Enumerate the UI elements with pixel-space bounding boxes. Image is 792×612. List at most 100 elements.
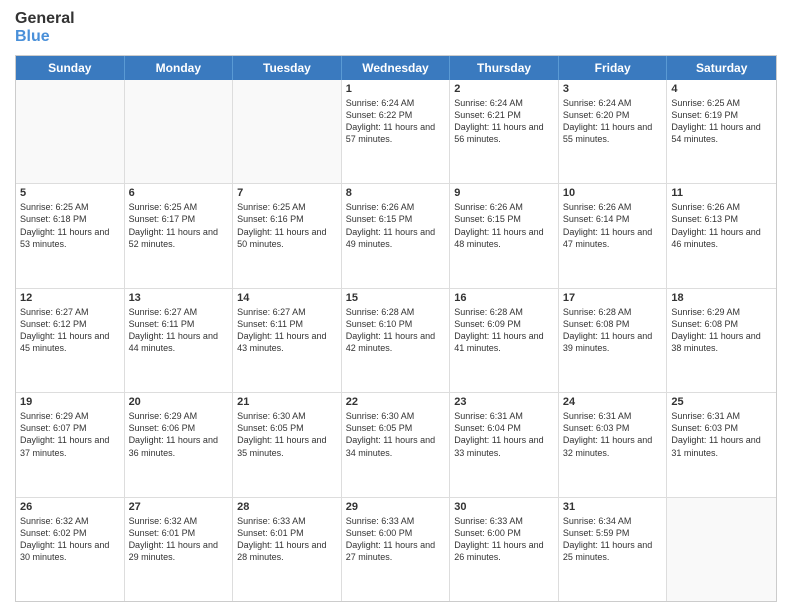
day-cell-17: 17 Sunrise: 6:28 AMSunset: 6:08 PMDayligh… xyxy=(559,289,668,392)
header-day-friday: Friday xyxy=(559,56,668,80)
calendar-header: SundayMondayTuesdayWednesdayThursdayFrid… xyxy=(16,56,776,80)
day-cell-12: 12Sunrise: 6:27 AMSunset: 6:12 PMDayligh… xyxy=(16,289,125,392)
day-cell-25: 25 Sunrise: 6:31 AMSunset: 6:03 PMDayligh… xyxy=(667,393,776,496)
day-info: Sunrise: 6:25 AMSunset: 6:16 PMDaylight:… xyxy=(237,201,337,250)
day-number: 4 xyxy=(671,83,772,95)
day-info: Sunrise: 6:33 AMSunset: 6:00 PMDaylight:… xyxy=(454,515,554,564)
header-day-saturday: Saturday xyxy=(667,56,776,80)
day-cell-29: 29Sunrise: 6:33 AMSunset: 6:00 PMDayligh… xyxy=(342,498,451,601)
day-number: 21 xyxy=(237,396,337,408)
header-day-tuesday: Tuesday xyxy=(233,56,342,80)
day-number: 9 xyxy=(454,187,554,199)
day-cell-13: 13 Sunrise: 6:27 AMSunset: 6:11 PMDayligh… xyxy=(125,289,234,392)
day-info: Sunrise: 6:25 AMSunset: 6:19 PMDaylight:… xyxy=(671,97,772,146)
day-info: Sunrise: 6:34 AMSunset: 5:59 PMDaylight:… xyxy=(563,515,663,564)
day-cell-28: 28 Sunrise: 6:33 AMSunset: 6:01 PMDayligh… xyxy=(233,498,342,601)
day-cell-11: 11 Sunrise: 6:26 AMSunset: 6:13 PMDayligh… xyxy=(667,184,776,287)
day-number: 28 xyxy=(237,501,337,513)
header-day-monday: Monday xyxy=(125,56,234,80)
day-cell-5: 5 Sunrise: 6:25 AMSunset: 6:18 PMDaylight… xyxy=(16,184,125,287)
day-cell-3: 3 Sunrise: 6:24 AMSunset: 6:20 PMDaylight… xyxy=(559,80,668,183)
day-number: 24 xyxy=(563,396,663,408)
day-number: 17 xyxy=(563,292,663,304)
day-cell-16: 16 Sunrise: 6:28 AMSunset: 6:09 PMDayligh… xyxy=(450,289,559,392)
logo-text: General Blue xyxy=(15,10,75,47)
day-info: Sunrise: 6:27 AMSunset: 6:11 PMDaylight:… xyxy=(129,306,229,355)
calendar: SundayMondayTuesdayWednesdayThursdayFrid… xyxy=(15,55,777,602)
day-number: 12 xyxy=(20,292,120,304)
day-number: 5 xyxy=(20,187,120,199)
day-info: Sunrise: 6:26 AMSunset: 6:13 PMDaylight:… xyxy=(671,201,772,250)
day-cell-26: 26 Sunrise: 6:32 AMSunset: 6:02 PMDayligh… xyxy=(16,498,125,601)
day-cell-6: 6 Sunrise: 6:25 AMSunset: 6:17 PMDaylight… xyxy=(125,184,234,287)
day-number: 14 xyxy=(237,292,337,304)
day-info: Sunrise: 6:33 AMSunset: 6:01 PMDaylight:… xyxy=(237,515,337,564)
day-info: Sunrise: 6:30 AMSunset: 6:05 PMDaylight:… xyxy=(237,410,337,459)
day-number: 19 xyxy=(20,396,120,408)
day-info: Sunrise: 6:25 AMSunset: 6:18 PMDaylight:… xyxy=(20,201,120,250)
day-cell-30: 30 Sunrise: 6:33 AMSunset: 6:00 PMDayligh… xyxy=(450,498,559,601)
logo-container: General Blue xyxy=(15,10,75,47)
day-number: 25 xyxy=(671,396,772,408)
day-number: 31 xyxy=(563,501,663,513)
day-cell-15: 15Sunrise: 6:28 AMSunset: 6:10 PMDayligh… xyxy=(342,289,451,392)
day-number: 20 xyxy=(129,396,229,408)
day-number: 13 xyxy=(129,292,229,304)
header-day-sunday: Sunday xyxy=(16,56,125,80)
day-cell-23: 23 Sunrise: 6:31 AMSunset: 6:04 PMDayligh… xyxy=(450,393,559,496)
day-cell-2: 2Sunrise: 6:24 AMSunset: 6:21 PMDaylight… xyxy=(450,80,559,183)
logo-blue: Blue xyxy=(15,28,75,46)
calendar-row-1: 1 Sunrise: 6:24 AMSunset: 6:22 PMDaylight… xyxy=(16,80,776,183)
day-number: 23 xyxy=(454,396,554,408)
day-info: Sunrise: 6:32 AMSunset: 6:01 PMDaylight:… xyxy=(129,515,229,564)
day-info: Sunrise: 6:24 AMSunset: 6:22 PMDaylight:… xyxy=(346,97,446,146)
day-cell-1: 1 Sunrise: 6:24 AMSunset: 6:22 PMDaylight… xyxy=(342,80,451,183)
day-number: 27 xyxy=(129,501,229,513)
day-info: Sunrise: 6:31 AMSunset: 6:03 PMDaylight:… xyxy=(671,410,772,459)
empty-cell xyxy=(233,80,342,183)
day-number: 15 xyxy=(346,292,446,304)
calendar-row-4: 19Sunrise: 6:29 AMSunset: 6:07 PMDayligh… xyxy=(16,392,776,496)
day-cell-4: 4 Sunrise: 6:25 AMSunset: 6:19 PMDaylight… xyxy=(667,80,776,183)
day-number: 10 xyxy=(563,187,663,199)
calendar-row-2: 5 Sunrise: 6:25 AMSunset: 6:18 PMDaylight… xyxy=(16,183,776,287)
day-cell-24: 24 Sunrise: 6:31 AMSunset: 6:03 PMDayligh… xyxy=(559,393,668,496)
header: General Blue xyxy=(15,10,777,47)
logo-general: General xyxy=(15,10,75,28)
day-number: 1 xyxy=(346,83,446,95)
day-number: 18 xyxy=(671,292,772,304)
day-info: Sunrise: 6:30 AMSunset: 6:05 PMDaylight:… xyxy=(346,410,446,459)
day-info: Sunrise: 6:31 AMSunset: 6:04 PMDaylight:… xyxy=(454,410,554,459)
logo: General Blue xyxy=(15,10,75,47)
day-cell-20: 20Sunrise: 6:29 AMSunset: 6:06 PMDayligh… xyxy=(125,393,234,496)
day-number: 26 xyxy=(20,501,120,513)
day-info: Sunrise: 6:28 AMSunset: 6:08 PMDaylight:… xyxy=(563,306,663,355)
day-info: Sunrise: 6:26 AMSunset: 6:14 PMDaylight:… xyxy=(563,201,663,250)
day-number: 22 xyxy=(346,396,446,408)
day-cell-19: 19Sunrise: 6:29 AMSunset: 6:07 PMDayligh… xyxy=(16,393,125,496)
calendar-row-5: 26 Sunrise: 6:32 AMSunset: 6:02 PMDayligh… xyxy=(16,497,776,601)
day-info: Sunrise: 6:25 AMSunset: 6:17 PMDaylight:… xyxy=(129,201,229,250)
day-number: 6 xyxy=(129,187,229,199)
day-info: Sunrise: 6:26 AMSunset: 6:15 PMDaylight:… xyxy=(346,201,446,250)
day-number: 16 xyxy=(454,292,554,304)
day-cell-10: 10 Sunrise: 6:26 AMSunset: 6:14 PMDayligh… xyxy=(559,184,668,287)
day-cell-14: 14Sunrise: 6:27 AMSunset: 6:11 PMDayligh… xyxy=(233,289,342,392)
day-cell-27: 27 Sunrise: 6:32 AMSunset: 6:01 PMDayligh… xyxy=(125,498,234,601)
empty-cell xyxy=(16,80,125,183)
day-cell-31: 31 Sunrise: 6:34 AMSunset: 5:59 PMDayligh… xyxy=(559,498,668,601)
day-info: Sunrise: 6:31 AMSunset: 6:03 PMDaylight:… xyxy=(563,410,663,459)
day-number: 30 xyxy=(454,501,554,513)
day-info: Sunrise: 6:24 AMSunset: 6:20 PMDaylight:… xyxy=(563,97,663,146)
day-info: Sunrise: 6:32 AMSunset: 6:02 PMDaylight:… xyxy=(20,515,120,564)
day-info: Sunrise: 6:29 AMSunset: 6:08 PMDaylight:… xyxy=(671,306,772,355)
day-number: 29 xyxy=(346,501,446,513)
day-number: 3 xyxy=(563,83,663,95)
empty-cell xyxy=(125,80,234,183)
day-info: Sunrise: 6:28 AMSunset: 6:09 PMDaylight:… xyxy=(454,306,554,355)
day-cell-21: 21 Sunrise: 6:30 AMSunset: 6:05 PMDayligh… xyxy=(233,393,342,496)
day-cell-18: 18 Sunrise: 6:29 AMSunset: 6:08 PMDayligh… xyxy=(667,289,776,392)
day-number: 11 xyxy=(671,187,772,199)
day-cell-7: 7Sunrise: 6:25 AMSunset: 6:16 PMDaylight… xyxy=(233,184,342,287)
calendar-row-3: 12Sunrise: 6:27 AMSunset: 6:12 PMDayligh… xyxy=(16,288,776,392)
